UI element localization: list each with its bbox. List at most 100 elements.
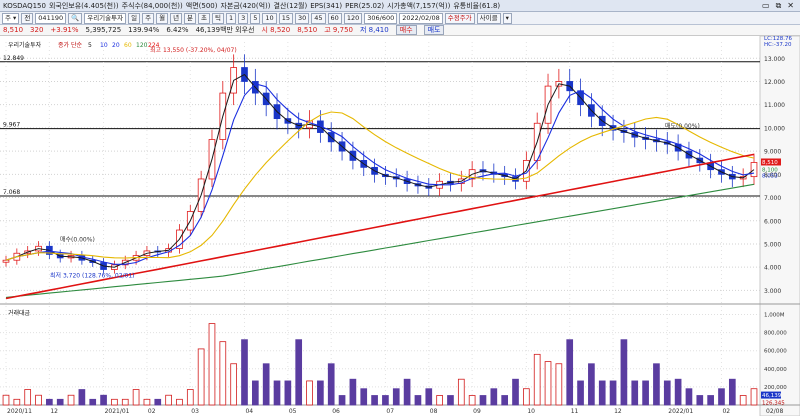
chart-background [0, 36, 800, 416]
period-button-11[interactable]: 15 [278, 12, 293, 24]
x-tick-label: 2022/01 [668, 408, 693, 415]
candle-body [750, 162, 758, 178]
legend-ma-60: 60 [124, 42, 132, 49]
period-button-8[interactable]: 3 [238, 12, 249, 24]
info-item-8: 시가총액(7,157(억)) [387, 2, 451, 10]
volume-bar [728, 378, 736, 406]
period-button-14[interactable]: 60 [327, 12, 342, 24]
current-price: 8,510 [3, 26, 24, 34]
volume-bar [718, 388, 725, 406]
volume-bar [501, 395, 509, 406]
period-button-3[interactable]: 년 [170, 12, 183, 24]
volume-bar [468, 395, 476, 406]
volume-bar [696, 395, 704, 406]
volume-bar [186, 389, 194, 406]
period-button-4[interactable]: 분 [184, 12, 197, 24]
period-button-0[interactable]: 일 [128, 12, 141, 24]
volume-bar [707, 395, 714, 406]
period-button-13[interactable]: 45 [311, 12, 326, 24]
volume-bar [121, 398, 129, 406]
legend-ma-120: 120 [136, 42, 148, 49]
window-controls: ▭ ⧉ ✕ [762, 1, 797, 11]
bar-count-display[interactable]: 306/600 [364, 12, 398, 24]
period-button-2[interactable]: 월 [156, 12, 169, 24]
volume-bar [2, 394, 10, 406]
volume-bar [35, 394, 42, 406]
volume-bar [67, 394, 75, 406]
period-button-12[interactable]: 30 [294, 12, 310, 24]
market-button[interactable]: 전 [21, 12, 34, 24]
info-item-9: 유통비율(61.8) [453, 2, 501, 10]
volume-bar [208, 323, 216, 406]
x-tick-label: 2021/01 [105, 408, 130, 415]
x-tick-label: 09 [473, 408, 481, 415]
y-tick-label: 11.000 [764, 102, 785, 109]
x-tick-label: 07 [386, 408, 394, 415]
x-tick-label: 05 [289, 408, 297, 415]
volume-bar [295, 339, 303, 406]
volume-bar [653, 363, 660, 406]
y-tick-label: 10.000 [764, 125, 785, 132]
volume-bar [457, 378, 465, 406]
stock-chart[interactable]: 13.00012.00011.00010.0009.0008.0007.0006… [0, 36, 800, 416]
x-tick-label: 04 [245, 408, 253, 415]
volume-y-tick: 400,000 [764, 367, 787, 373]
volume-bar [317, 380, 324, 406]
period-button-10[interactable]: 10 [262, 12, 277, 24]
stock-code-input[interactable]: 041190 [35, 12, 67, 24]
y-tick-label: 3.000 [764, 288, 781, 295]
info-item-5: 결산(12월) [273, 2, 308, 10]
x-tick-label: 03 [191, 408, 199, 415]
ratio-value: 6.42% [166, 26, 189, 34]
close-icon[interactable]: ✕ [787, 1, 794, 11]
volume-bar [490, 388, 498, 406]
stock-name-field[interactable]: 우리기술투자 [84, 12, 127, 24]
period-button-15[interactable]: 120 [343, 12, 363, 24]
volume-bar [382, 395, 389, 406]
x-tick-label: 2020/11 [7, 408, 32, 415]
x-tick-label: 02 [722, 408, 730, 415]
volume-bar [306, 380, 313, 406]
x-tick-label: 10 [527, 408, 535, 415]
turnover-pct: 139.94% [128, 26, 160, 34]
period-button-6[interactable]: 틱 [212, 12, 224, 24]
toolbar-extra-0[interactable]: 수정주가 [444, 12, 475, 24]
volume-current-label: 46,139 [762, 393, 782, 399]
legend-stock-name: 우리기술투자 [8, 41, 42, 49]
volume-bar [533, 353, 541, 406]
minimize-icon[interactable]: ▭ [762, 1, 770, 11]
y-tick-label: 5.000 [764, 241, 781, 248]
price-change-pct: +3.91% [50, 26, 79, 34]
price-axis-panel [759, 36, 800, 416]
hc-label: HC:-37.20 [764, 42, 792, 48]
period-button-7[interactable]: 1 [226, 12, 237, 24]
volume-bar [197, 348, 205, 406]
info-item-2: 주식수(84,000(천)) [121, 2, 183, 10]
toolbar-extra-1[interactable]: 사이클 [476, 12, 501, 24]
search-icon[interactable]: 🔍 [68, 12, 83, 24]
toolbar-extra-2[interactable]: ▾ [502, 12, 512, 24]
volume-bar [685, 388, 693, 406]
period-button-5[interactable]: 초 [198, 12, 211, 24]
period-button-1[interactable]: 주 [142, 12, 155, 24]
volume-bar [739, 395, 747, 406]
chart-type-select[interactable]: 주 ▾ [2, 12, 20, 24]
volume-bar [284, 380, 292, 406]
restore-icon[interactable]: ⧉ [776, 1, 782, 11]
period-button-9[interactable]: 5 [250, 12, 261, 24]
volume-bar [609, 380, 617, 406]
x-tick-label: 02 [148, 408, 156, 415]
y-tick-label: 9.000 [764, 149, 781, 156]
info-item-7: PER(25.02) [345, 2, 385, 10]
date-field[interactable]: 2022/02/08 [399, 12, 443, 24]
volume-y-tick: 600,000 [764, 349, 787, 355]
volume-bar [143, 398, 151, 406]
volume-bar [24, 389, 32, 406]
volume-bar [241, 339, 248, 406]
buy-button[interactable]: 매수 [395, 25, 417, 35]
volume-bar [327, 363, 335, 406]
volume-bar [674, 378, 682, 406]
chart-toolbar: 주 ▾ 전 041190 🔍 우리기술투자 일 주 월 년 분 초 틱 1 3 5 10 15 30 45 60 120… [0, 12, 800, 25]
volume-y-tick: 800,000 [764, 331, 787, 337]
sell-button[interactable]: 매도 [423, 25, 445, 35]
